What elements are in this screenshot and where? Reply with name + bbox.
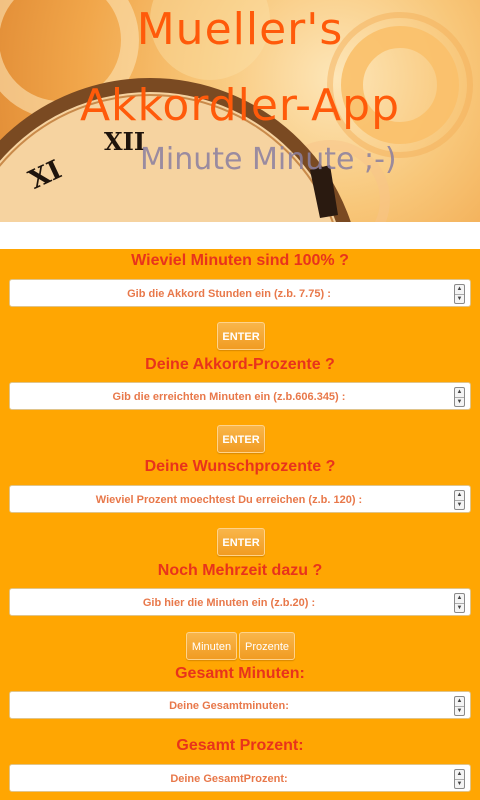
result-title-total-percent: Gesamt Prozent: [176,737,304,754]
app-title-line2: Akkordler-App [79,80,401,131]
section-title-wish-percent: Deine Wunschprozente ? [144,458,336,475]
wish-percent-placeholder: Wieviel Prozent moechtest Du erreichen (… [95,494,363,506]
spin-arrows-icon[interactable]: ▲ ▼ [454,284,465,304]
extra-minutes-placeholder: Gib hier die Minuten ein (z.b.20) : [142,597,316,609]
enter-button-3[interactable]: ENTER [217,528,265,556]
app-subtitle: Minute Minute ;-) [140,142,397,177]
percent-button[interactable]: Prozente [239,632,295,660]
clock-numeral-xii: XII [104,127,145,156]
header-banner: XII XI Mueller's Akkordler-App Minute Mi… [0,0,480,222]
achieved-minutes-placeholder: Gib die erreichten Minuten ein (z.b.606.… [112,391,346,403]
spin-arrows-icon[interactable]: ▲ ▼ [454,490,465,510]
wish-percent-input[interactable]: Wieviel Prozent moechtest Du erreichen (… [9,485,471,513]
total-percent-output[interactable]: Deine GesamtProzent: ▲ ▼ [9,764,471,792]
result-title-total-minutes: Gesamt Minuten: [175,665,305,682]
spin-arrows-icon[interactable]: ▲ ▼ [454,769,465,789]
app-title-line1: Mueller's [136,4,344,55]
total-minutes-output[interactable]: Deine Gesamtminuten: ▲ ▼ [9,691,471,719]
section-title-akkord-percent: Deine Akkord-Prozente ? [145,356,335,373]
header-separator [0,222,480,249]
enter-button-2[interactable]: ENTER [217,425,265,453]
section-title-minutes-100: Wieviel Minuten sind 100% ? [131,252,349,269]
enter-button-1[interactable]: ENTER [217,322,265,350]
minutes-button[interactable]: Minuten [186,632,237,660]
extra-minutes-input[interactable]: Gib hier die Minuten ein (z.b.20) : ▲ ▼ [9,588,471,616]
spin-arrows-icon[interactable]: ▲ ▼ [454,696,465,716]
akkord-hours-input[interactable]: Gib die Akkord Stunden ein (z.b. 7.75) :… [9,279,471,307]
akkord-hours-placeholder: Gib die Akkord Stunden ein (z.b. 7.75) : [127,288,331,300]
spin-arrows-icon[interactable]: ▲ ▼ [454,387,465,407]
total-minutes-placeholder: Deine Gesamtminuten: [169,700,289,712]
total-percent-placeholder: Deine GesamtProzent: [170,773,288,785]
section-title-extra-time: Noch Mehrzeit dazu ? [157,562,323,579]
spin-arrows-icon[interactable]: ▲ ▼ [454,593,465,613]
achieved-minutes-input[interactable]: Gib die erreichten Minuten ein (z.b.606.… [9,382,471,410]
